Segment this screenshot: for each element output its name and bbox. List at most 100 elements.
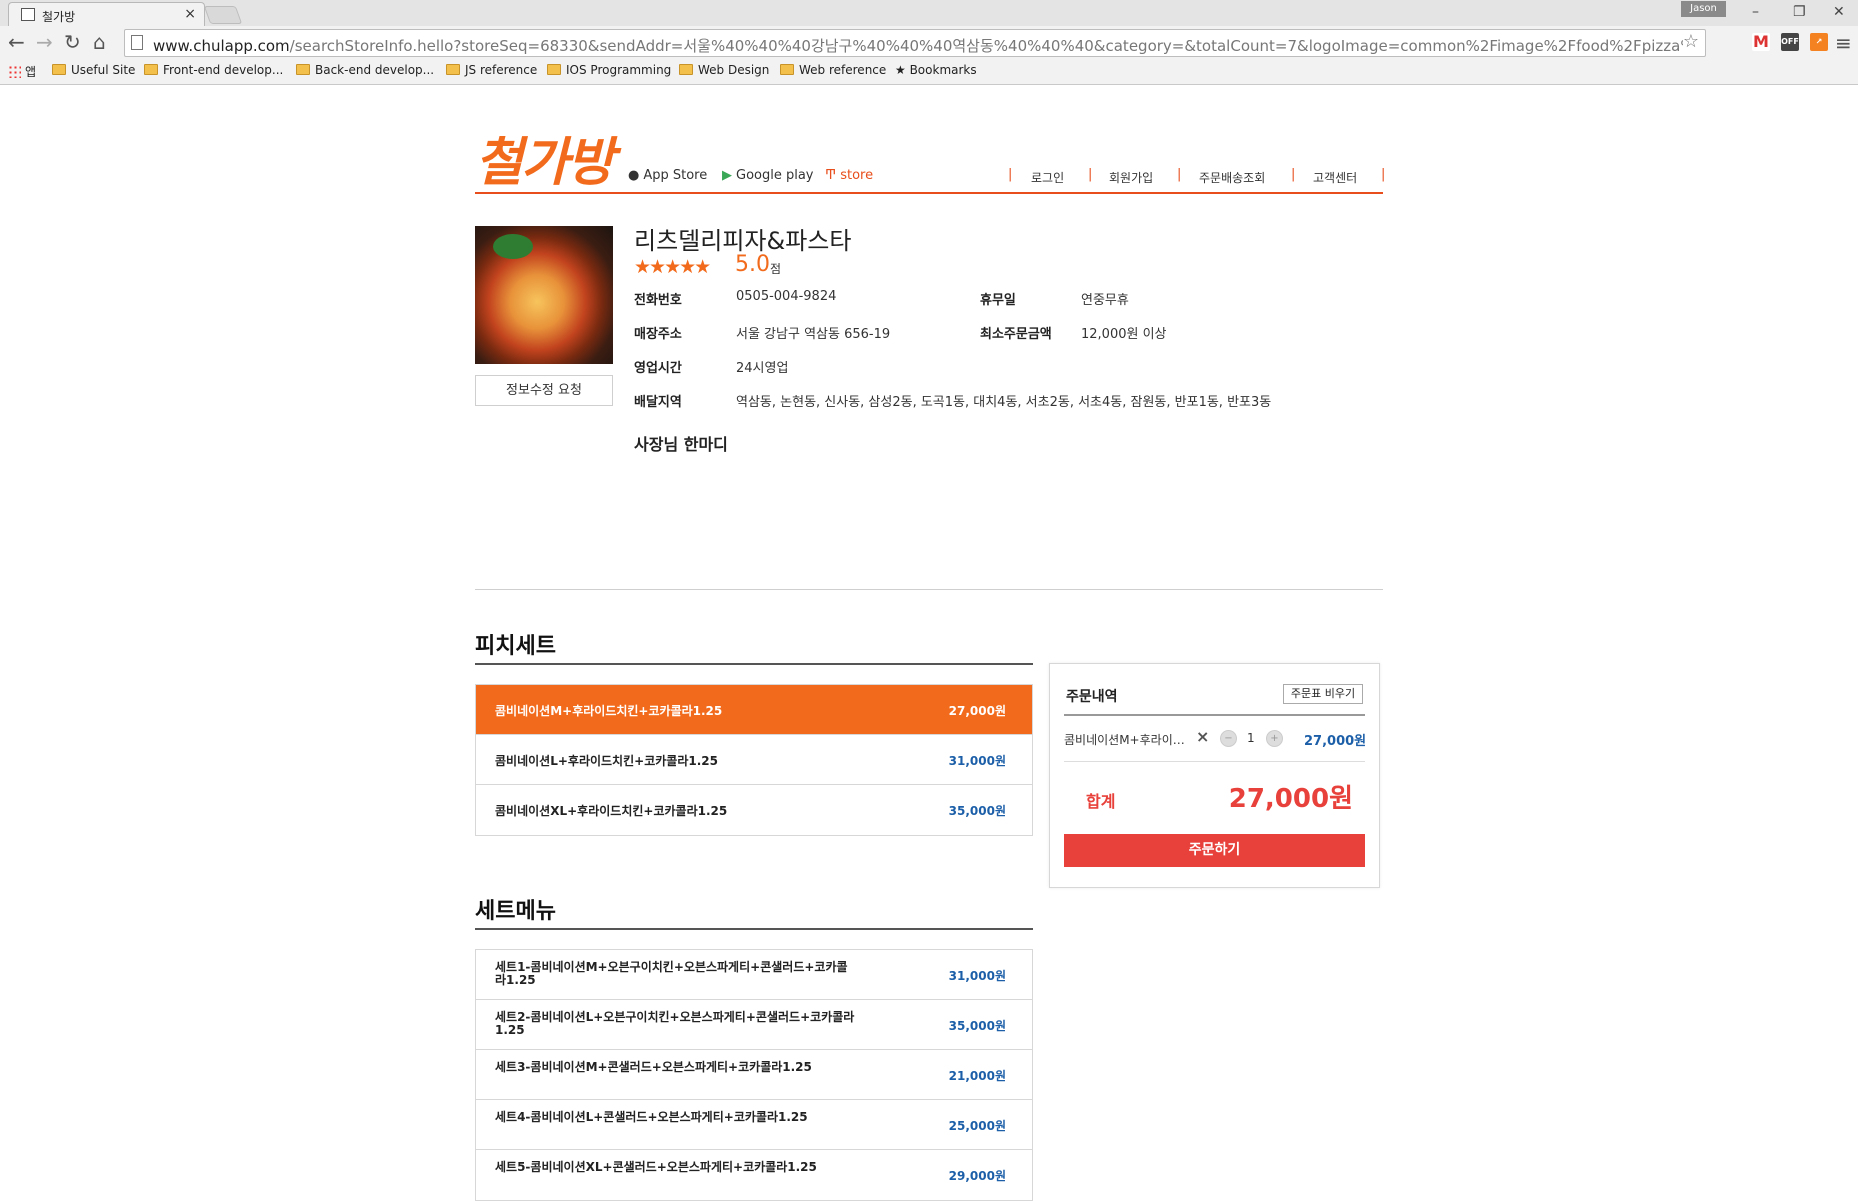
- nav-separator: |: [1381, 167, 1386, 182]
- tab-close-icon[interactable]: ×: [184, 6, 196, 22]
- nav-separator: |: [1291, 167, 1296, 182]
- menu-list: 세트1-콤비네이션M+오븐구이치킨+오븐스파게티+콘샐러드+코카콜라1.25 3…: [475, 949, 1033, 1201]
- tab-strip: 철가방 × Jason – ❐ ✕: [0, 0, 1858, 26]
- total-label: 합계: [1086, 792, 1116, 811]
- order-button[interactable]: 주문하기: [1064, 834, 1365, 867]
- category-underline: [475, 928, 1033, 930]
- menu-item-price: 31,000원: [948, 969, 1006, 983]
- min-order-label: 최소주문금액: [980, 327, 1052, 342]
- decrease-qty-icon[interactable]: −: [1220, 730, 1237, 747]
- folder-icon: [547, 64, 561, 75]
- menu-item[interactable]: 세트2-콤비네이션L+오븐구이치킨+오븐스파게티+콘샐러드+코카콜라1.25 3…: [476, 1000, 1032, 1050]
- new-tab-button[interactable]: [203, 6, 243, 24]
- chart-extension-icon[interactable]: ↗: [1810, 33, 1828, 51]
- folder-icon: [144, 64, 158, 75]
- edit-info-request-button[interactable]: 정보수정 요청: [475, 375, 613, 406]
- off-extension-icon[interactable]: OFF: [1781, 33, 1799, 51]
- menu-item[interactable]: 세트1-콤비네이션M+오븐구이치킨+오븐스파게티+콘샐러드+코카콜라1.25 3…: [476, 950, 1032, 1000]
- total-value: 27,000원: [1228, 784, 1353, 814]
- forward-arrow-icon[interactable]: →: [36, 30, 53, 54]
- delivery-area-label: 배달지역: [634, 395, 682, 410]
- cart-item-price: 27,000원: [1304, 734, 1367, 749]
- t-store-icon: Ͳ: [825, 168, 837, 183]
- section-divider: [475, 589, 1383, 590]
- rating-stars-icon: ★★★★★: [634, 256, 711, 278]
- apps-grid-icon: [8, 65, 21, 78]
- category-underline: [475, 663, 1033, 665]
- basil-decoration: [493, 234, 533, 259]
- home-icon[interactable]: ⌂: [93, 30, 106, 54]
- store-name: 리츠델리피자&파스타: [634, 227, 852, 255]
- clear-cart-button[interactable]: 주문표 비우기: [1283, 684, 1363, 704]
- t-store-link[interactable]: Ͳstore: [825, 168, 873, 183]
- menu-item-name: 콤비네이션XL+후라이드치킨+코카콜라1.25: [495, 804, 728, 818]
- browser-tab[interactable]: 철가방 ×: [8, 2, 205, 26]
- bookmark-web-reference[interactable]: Web reference: [780, 63, 886, 77]
- menu-item-name: 콤비네이션L+후라이드치킨+코카콜라1.25: [495, 754, 718, 768]
- bookmark-web-design[interactable]: Web Design: [679, 63, 769, 77]
- nav-login[interactable]: 로그인: [1031, 169, 1064, 186]
- apple-icon: ●: [628, 168, 640, 183]
- nav-separator: |: [1008, 167, 1013, 182]
- increase-qty-icon[interactable]: +: [1266, 730, 1283, 747]
- bookmark-back-end[interactable]: Back-end develop...: [296, 63, 434, 77]
- minimize-icon[interactable]: –: [1752, 4, 1759, 20]
- back-arrow-icon[interactable]: ←: [8, 30, 25, 54]
- bookmarks-bar: 앱 Useful Site Front-end develop... Back-…: [0, 60, 1858, 84]
- menu-item-price: 25,000원: [948, 1119, 1006, 1133]
- menu-item-name: 세트2-콤비네이션L+오븐구이치킨+오븐스파게티+콘샐러드+코카콜라1.25: [495, 1010, 855, 1037]
- cart-item-name: 콤비네이션M+후라이드치킨+코카콜라1.25: [1064, 733, 1192, 747]
- profile-badge[interactable]: Jason: [1681, 1, 1726, 17]
- nav-separator: |: [1177, 167, 1182, 182]
- bookmark-apps[interactable]: 앱: [8, 63, 36, 80]
- restore-icon[interactable]: ❐: [1793, 4, 1806, 20]
- header-divider: [475, 192, 1383, 194]
- phone-label: 전화번호: [634, 293, 682, 308]
- menu-item[interactable]: 세트4-콤비네이션L+콘샐러드+오븐스파게티+코카콜라1.25 25,000원: [476, 1100, 1032, 1150]
- nav-order-tracking[interactable]: 주문배송조회: [1199, 169, 1265, 186]
- nav-separator: |: [1088, 167, 1093, 182]
- url-host: www.chulapp.com: [153, 37, 290, 55]
- menu-item[interactable]: 콤비네이션XL+후라이드치킨+코카콜라1.25 35,000원: [476, 785, 1032, 835]
- delivery-area-value: 역삼동, 논현동, 신사동, 삼성2동, 도곡1동, 대치4동, 서초2동, 서…: [736, 395, 1272, 410]
- bookmark-useful-site[interactable]: Useful Site: [52, 63, 135, 77]
- menu-item[interactable]: 세트5-콤비네이션XL+콘샐러드+오븐스파게티+코카콜라1.25 29,000원: [476, 1150, 1032, 1200]
- site-logo[interactable]: 철가방: [475, 120, 615, 195]
- address-bar[interactable]: www.chulapp.com/searchStoreInfo.hello?st…: [124, 29, 1706, 57]
- menu-item-name: 세트5-콤비네이션XL+콘샐러드+오븐스파게티+코카콜라1.25: [495, 1160, 817, 1174]
- close-window-icon[interactable]: ✕: [1833, 4, 1845, 20]
- bookmark-ios-programming[interactable]: IOS Programming: [547, 63, 671, 77]
- nav-signup[interactable]: 회원가입: [1109, 169, 1153, 186]
- browser-menu-icon[interactable]: ≡: [1835, 31, 1852, 55]
- store-photo: [475, 226, 613, 364]
- nav-customer-center[interactable]: 고객센터: [1313, 169, 1357, 186]
- menu-item-name: 세트3-콤비네이션M+콘샐러드+오븐스파게티+코카콜라1.25: [495, 1060, 812, 1074]
- google-play-link[interactable]: ▶ Google play: [722, 168, 814, 183]
- menu-item-price: 29,000원: [948, 1169, 1006, 1183]
- gmail-extension-icon[interactable]: M: [1752, 33, 1770, 51]
- bookmark-star-icon[interactable]: ☆: [1683, 31, 1699, 52]
- folder-icon: [679, 64, 693, 75]
- order-cart: 주문내역 주문표 비우기 콤비네이션M+후라이드치킨+코카콜라1.25 × − …: [1049, 663, 1380, 888]
- hours-label: 영업시간: [634, 361, 682, 376]
- tab-title: 철가방: [42, 10, 76, 24]
- remove-item-icon[interactable]: ×: [1196, 727, 1209, 746]
- bookmark-bookmarks[interactable]: ★ Bookmarks: [895, 63, 977, 77]
- phone-value: 0505-004-9824: [736, 289, 837, 304]
- page-info-icon[interactable]: [131, 35, 143, 50]
- reload-icon[interactable]: ↻: [64, 30, 81, 54]
- app-store-link[interactable]: ● App Store: [628, 168, 707, 183]
- holiday-label: 휴무일: [980, 293, 1016, 308]
- address-label: 매장주소: [634, 327, 682, 342]
- menu-list: 콤비네이션M+후라이드치킨+코카콜라1.25 27,000원 콤비네이션L+후라…: [475, 684, 1033, 836]
- menu-item[interactable]: 세트3-콤비네이션M+콘샐러드+오븐스파게티+코카콜라1.25 21,000원: [476, 1050, 1032, 1100]
- menu-item[interactable]: 콤비네이션L+후라이드치킨+코카콜라1.25 31,000원: [476, 735, 1032, 785]
- menu-item[interactable]: 콤비네이션M+후라이드치킨+코카콜라1.25 27,000원: [476, 685, 1032, 735]
- browser-chrome: 철가방 × Jason – ❐ ✕ ← → ↻ ⌂ www.chulapp.co…: [0, 0, 1858, 85]
- folder-icon: [446, 64, 460, 75]
- bookmark-front-end[interactable]: Front-end develop...: [144, 63, 283, 77]
- url-text[interactable]: www.chulapp.com/searchStoreInfo.hello?st…: [153, 35, 1683, 56]
- owner-message-heading: 사장님 한마디: [634, 435, 728, 454]
- bookmark-js-reference[interactable]: JS reference: [446, 63, 537, 77]
- menu-item-price: 31,000원: [948, 754, 1006, 768]
